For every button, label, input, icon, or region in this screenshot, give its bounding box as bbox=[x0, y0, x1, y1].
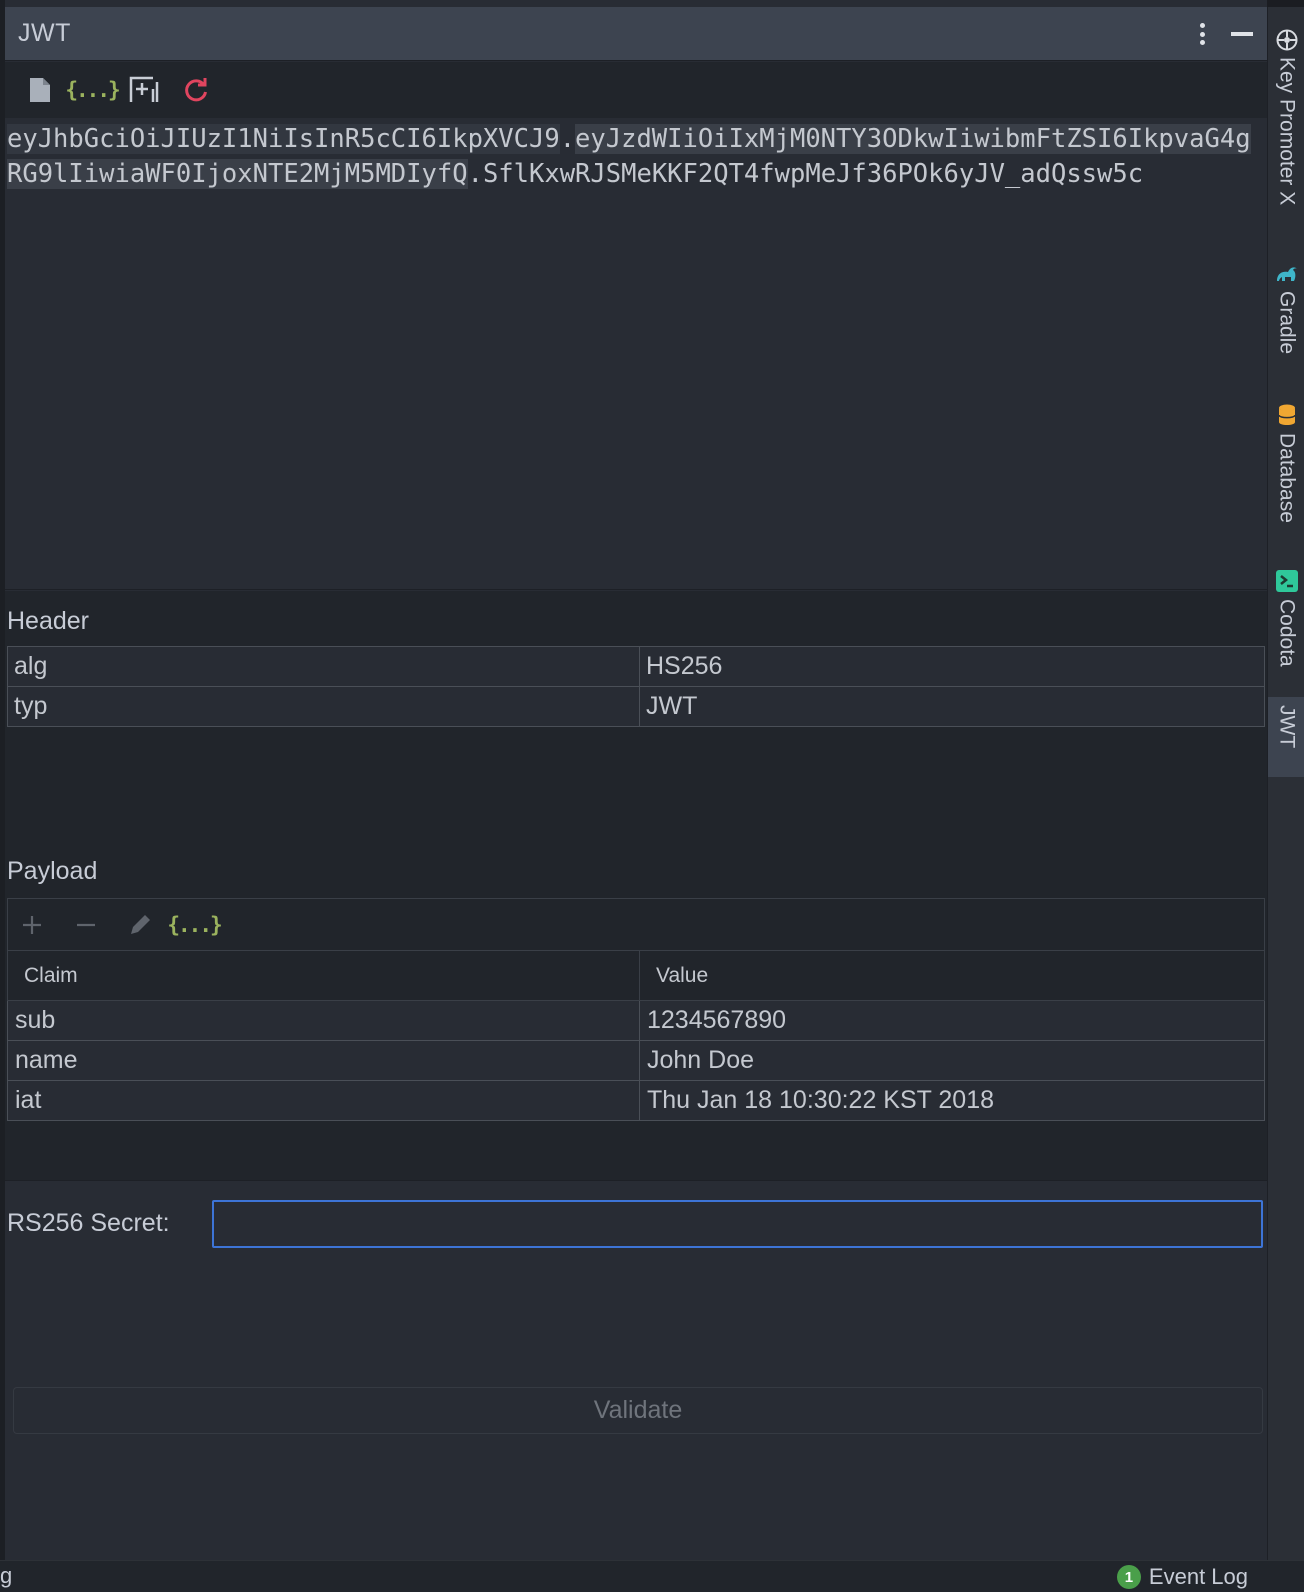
token-signature-part: SflKxwRJSMeKKF2QT4fwpMeJf36POk6yJV_adQss… bbox=[482, 159, 1144, 189]
header-key: typ bbox=[7, 686, 640, 727]
side-tab-label: Key Promoter X bbox=[1275, 57, 1299, 206]
token-separator: . bbox=[559, 124, 576, 154]
claim-value: 1234567890 bbox=[639, 1000, 1265, 1041]
side-tab-label: JWT bbox=[1275, 705, 1299, 749]
header-table: alg HS256 typ JWT bbox=[7, 646, 1265, 727]
secret-input[interactable] bbox=[212, 1200, 1263, 1248]
status-bar: g 1 Event Log bbox=[0, 1560, 1304, 1592]
payload-toolbar: {...} bbox=[7, 898, 1265, 950]
json-braces-icon[interactable]: {...} bbox=[65, 73, 120, 107]
side-tab-gradle[interactable]: Gradle bbox=[1268, 263, 1304, 354]
event-count-badge: 1 bbox=[1116, 1565, 1141, 1589]
secret-label: RS256 Secret: bbox=[7, 1209, 170, 1237]
side-tab-jwt[interactable]: JWT bbox=[1268, 697, 1304, 777]
table-row[interactable]: alg HS256 bbox=[7, 646, 1265, 687]
table-row[interactable]: iat Thu Jan 18 10:30:22 KST 2018 bbox=[7, 1080, 1265, 1121]
title-actions bbox=[1199, 7, 1253, 61]
json-braces-icon[interactable]: {...} bbox=[167, 911, 222, 939]
side-tab-label: Database bbox=[1275, 433, 1299, 523]
event-log-label: Event Log bbox=[1148, 1564, 1248, 1589]
table-header-row: Claim Value bbox=[7, 950, 1265, 1001]
side-tab-label: Gradle bbox=[1275, 291, 1299, 355]
side-tab-database[interactable]: Database bbox=[1268, 403, 1304, 523]
side-tab-label: Codota bbox=[1275, 599, 1299, 667]
side-tab-codota[interactable]: Codota bbox=[1268, 569, 1304, 667]
header-value: JWT bbox=[639, 686, 1265, 727]
add-icon[interactable] bbox=[18, 911, 46, 939]
token-header-part: eyJhbGciOiJIUzI1NiIsInR5cCI6IkpXVCJ9 bbox=[7, 124, 560, 154]
more-options-icon[interactable] bbox=[1199, 23, 1205, 45]
side-tab-key-promoter-x[interactable]: Key Promoter X bbox=[1268, 29, 1304, 205]
table-row[interactable]: name John Doe bbox=[7, 1040, 1265, 1081]
remove-icon[interactable] bbox=[72, 911, 100, 939]
codota-icon bbox=[1275, 570, 1298, 592]
column-header-claim[interactable]: Claim bbox=[7, 950, 640, 1001]
jwt-token-editor[interactable]: eyJhbGciOiJIUzI1NiIsInR5cCI6IkpXVCJ9.eyJ… bbox=[5, 118, 1267, 590]
claim-key: sub bbox=[7, 1000, 640, 1041]
header-value: HS256 bbox=[639, 646, 1265, 687]
tool-window-title-bar: JWT bbox=[5, 7, 1267, 61]
minimize-icon[interactable] bbox=[1231, 32, 1253, 36]
file-icon[interactable] bbox=[23, 73, 57, 107]
claims-table: Claim Value sub 1234567890 name John Doe… bbox=[7, 950, 1265, 1121]
validate-button[interactable]: Validate bbox=[13, 1387, 1263, 1434]
tool-window-title: JWT bbox=[18, 19, 71, 47]
claim-value: John Doe bbox=[639, 1040, 1265, 1081]
refresh-icon[interactable] bbox=[179, 73, 213, 107]
token-separator: . bbox=[467, 159, 483, 189]
header-key: alg bbox=[7, 646, 640, 687]
secret-section: RS256 Secret: Validate bbox=[5, 1180, 1267, 1560]
header-section-label: Header bbox=[7, 607, 89, 635]
database-icon bbox=[1277, 404, 1296, 425]
edit-icon[interactable] bbox=[126, 911, 154, 939]
right-tool-stripe: Key Promoter X Gradle Database Codota JW… bbox=[1267, 7, 1304, 1560]
jwt-toolbar: {...} bbox=[5, 62, 1267, 118]
gradle-icon bbox=[1276, 267, 1297, 281]
add-frame-icon[interactable] bbox=[127, 73, 161, 107]
key-promoter-icon bbox=[1276, 29, 1297, 51]
table-row[interactable]: typ JWT bbox=[7, 686, 1265, 727]
column-header-value[interactable]: Value bbox=[639, 950, 1265, 1001]
claim-key: name bbox=[7, 1040, 640, 1081]
payload-section-label: Payload bbox=[7, 857, 98, 885]
event-log-button[interactable]: 1 Event Log bbox=[1116, 1564, 1248, 1590]
status-left-fragment: g bbox=[0, 1563, 13, 1588]
table-row[interactable]: sub 1234567890 bbox=[7, 1000, 1265, 1041]
claim-key: iat bbox=[7, 1080, 640, 1121]
claim-value: Thu Jan 18 10:30:22 KST 2018 bbox=[639, 1080, 1265, 1121]
